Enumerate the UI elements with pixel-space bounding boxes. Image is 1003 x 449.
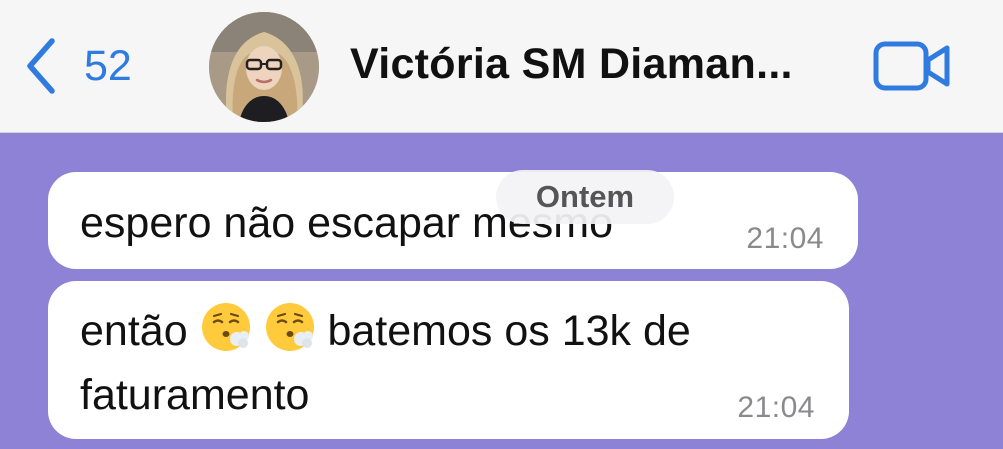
avatar-image: [209, 12, 319, 122]
avatar[interactable]: [209, 12, 319, 122]
message-bubble[interactable]: então batemos os 13k de faturamento 21:0…: [48, 281, 849, 439]
video-camera-icon: [873, 41, 950, 91]
face-exhaling-emoji: [265, 303, 314, 351]
face-exhaling-emoji: [201, 303, 250, 351]
unread-count: 52: [84, 41, 132, 90]
back-button[interactable]: 52: [24, 36, 132, 96]
message-text: então batemos os 13k de faturamento: [80, 299, 691, 427]
date-separator: Ontem: [496, 170, 674, 224]
video-call-button[interactable]: [873, 41, 951, 96]
contact-name[interactable]: Victória SM Diaman...: [350, 40, 793, 89]
chat-header: 52 Victória SM Diaman...: [0, 0, 1003, 133]
message-bubble[interactable]: espero não escapar mesmo 21:04: [48, 172, 858, 269]
message-text-part: batemos os 13k de: [327, 307, 691, 355]
message-time: 21:04: [746, 222, 824, 255]
message-text-part: então: [80, 307, 188, 355]
message-time: 21:04: [737, 391, 815, 424]
chevron-left-icon: [27, 38, 55, 94]
message-text-part: faturamento: [80, 371, 310, 419]
